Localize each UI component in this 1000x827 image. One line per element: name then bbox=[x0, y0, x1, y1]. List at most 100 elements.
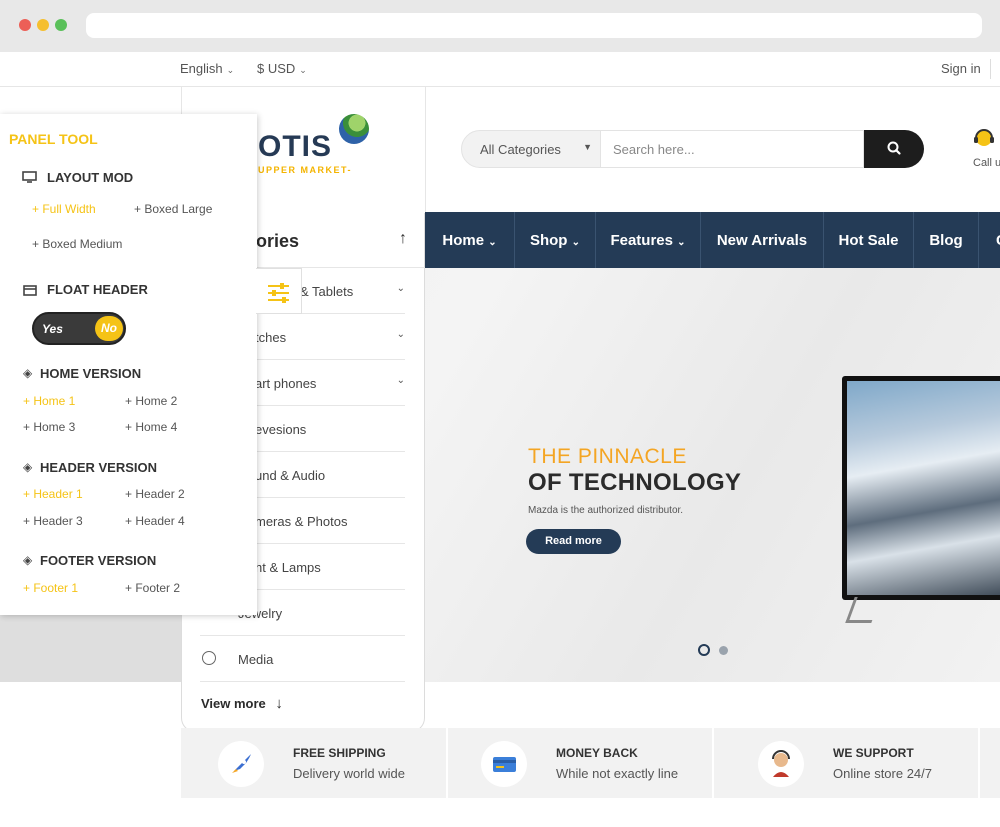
nav-item-hot-sale[interactable]: Hot Sale bbox=[824, 212, 913, 268]
divider bbox=[990, 59, 991, 79]
language-selector[interactable]: English ⌄ bbox=[180, 61, 234, 76]
category-label: und & Audio bbox=[255, 468, 326, 483]
category-label: & Tablets bbox=[300, 284, 354, 299]
float-header-heading: FLOAT HEADER bbox=[47, 282, 148, 297]
header-version-heading: HEADER VERSION bbox=[40, 460, 158, 475]
currency-selector[interactable]: $ USD ⌄ bbox=[257, 61, 307, 76]
rocket-icon bbox=[218, 741, 264, 787]
chevron-down-icon: ▼ bbox=[583, 142, 592, 152]
chevron-down-icon: ⌄ bbox=[226, 65, 235, 75]
sliders-icon bbox=[268, 283, 289, 303]
minimize-window-button[interactable] bbox=[37, 19, 49, 31]
address-bar[interactable] bbox=[86, 13, 982, 38]
header-version-2[interactable]: + Header 2 bbox=[125, 487, 185, 501]
tag-icon: ◈ bbox=[23, 460, 33, 474]
feature-title: MONEY BACK bbox=[556, 746, 638, 760]
category-label: Media bbox=[238, 652, 274, 667]
home-version-2[interactable]: + Home 2 bbox=[125, 394, 177, 408]
logo-text[interactable]: OTIS bbox=[258, 130, 332, 164]
header-version-3[interactable]: + Header 3 bbox=[23, 514, 83, 528]
feature-subtitle: Online store 24/7 bbox=[833, 766, 933, 781]
top-bar: English ⌄ $ USD ⌄ Sign in bbox=[0, 52, 1000, 87]
feature-title: WE SUPPORT bbox=[833, 746, 914, 760]
slider-dot-2[interactable] bbox=[719, 646, 728, 655]
category-label: meras & Photos bbox=[255, 514, 348, 529]
feature-subtitle: While not exactly line bbox=[556, 766, 679, 781]
headset-icon bbox=[974, 129, 994, 146]
search-button[interactable] bbox=[864, 130, 924, 168]
currency-label: $ USD bbox=[257, 61, 296, 76]
nav-label: Shop bbox=[529, 232, 568, 249]
credit-card-icon bbox=[481, 741, 527, 787]
nav-item-shop[interactable]: Shop ⌄ bbox=[515, 212, 595, 268]
chevron-down-icon: ⌄ bbox=[488, 237, 497, 248]
footer-version-2[interactable]: + Footer 2 bbox=[125, 581, 180, 595]
signin-link[interactable]: Sign in bbox=[941, 61, 981, 76]
monitor-icon bbox=[22, 171, 37, 183]
nav-item-features[interactable]: Features ⌄ bbox=[596, 212, 700, 268]
home-version-4[interactable]: + Home 4 bbox=[125, 420, 177, 434]
nav-item-contact[interactable]: C bbox=[996, 212, 1000, 268]
nav-label: Features bbox=[610, 232, 673, 249]
slider-dot-1[interactable] bbox=[698, 644, 710, 656]
nav-divider bbox=[978, 212, 979, 268]
tag-icon: ◈ bbox=[23, 553, 33, 567]
layout-full-width[interactable]: + Full Width bbox=[32, 202, 96, 216]
footer-version-heading: FOOTER VERSION bbox=[40, 553, 157, 568]
search-icon bbox=[887, 141, 901, 155]
search-input[interactable]: Search here... bbox=[601, 130, 864, 168]
browser-toolbar bbox=[0, 0, 1000, 52]
category-label: art phones bbox=[255, 376, 317, 391]
feature-title: FREE SHIPPING bbox=[293, 746, 386, 760]
nav-label: Home bbox=[442, 232, 485, 249]
footer-version-1[interactable]: + Footer 1 bbox=[23, 581, 78, 595]
nav-item-new-arrivals[interactable]: New Arrivals bbox=[701, 212, 823, 268]
header-version-1[interactable]: + Header 1 bbox=[23, 487, 83, 501]
nav-item-home[interactable]: Home ⌄ bbox=[425, 212, 514, 268]
card-icon bbox=[23, 285, 37, 296]
layout-mod-heading: LAYOUT MOD bbox=[47, 170, 134, 185]
hero-subtitle: Mazda is the authorized distributor. bbox=[528, 505, 684, 516]
chevron-down-icon: ⌄ bbox=[396, 329, 405, 340]
arrow-up-icon[interactable]: ↑ bbox=[399, 230, 407, 248]
category-label: ht & Lamps bbox=[255, 560, 321, 575]
toggle-no-label: No bbox=[95, 316, 123, 341]
feature-support bbox=[714, 728, 978, 798]
header-version-4[interactable]: + Header 4 bbox=[125, 514, 185, 528]
float-header-toggle[interactable]: Yes No bbox=[32, 312, 126, 345]
maximize-window-button[interactable] bbox=[55, 19, 67, 31]
layout-boxed-large[interactable]: + Boxed Large bbox=[134, 202, 212, 216]
view-more-link[interactable]: View more ↓ bbox=[201, 695, 283, 712]
layout-boxed-medium[interactable]: + Boxed Medium bbox=[32, 237, 122, 251]
home-version-1[interactable]: + Home 1 bbox=[23, 394, 75, 408]
category-label: tches bbox=[255, 330, 287, 345]
media-disc-icon bbox=[202, 651, 216, 665]
hero-title-line2: OF TECHNOLOGY bbox=[528, 469, 742, 496]
panel-title: PANEL TOOL bbox=[9, 131, 98, 147]
panel-toggle-tab[interactable] bbox=[256, 268, 302, 314]
category-label: evesions bbox=[255, 422, 307, 437]
logo-globe-icon bbox=[339, 114, 369, 144]
support-agent-icon bbox=[758, 741, 804, 787]
logo-tagline: UPPER MARKET- bbox=[258, 165, 353, 175]
hero-title-line1: THE PINNACLE bbox=[528, 445, 687, 468]
toggle-yes-label: Yes bbox=[42, 322, 63, 336]
tv-product-image bbox=[842, 376, 1000, 600]
nav-item-blog[interactable]: Blog bbox=[914, 212, 978, 268]
category-select[interactable]: All Categories ▼ bbox=[461, 130, 601, 168]
read-more-button[interactable]: Read more bbox=[526, 529, 621, 554]
home-version-heading: HOME VERSION bbox=[40, 366, 142, 381]
tv-screen bbox=[847, 381, 1000, 595]
categories-title: ories bbox=[256, 231, 300, 251]
category-item[interactable]: Media bbox=[200, 636, 405, 682]
panel-tool bbox=[0, 114, 257, 615]
chevron-down-icon: ⌄ bbox=[299, 65, 307, 75]
home-version-3[interactable]: + Home 3 bbox=[23, 420, 75, 434]
view-more-label: View more bbox=[201, 696, 266, 711]
category-select-label: All Categories bbox=[480, 142, 561, 157]
call-us-label[interactable]: Call u bbox=[973, 157, 1000, 169]
language-label: English bbox=[180, 61, 223, 76]
chevron-down-icon: ⌄ bbox=[677, 237, 686, 248]
close-window-button[interactable] bbox=[19, 19, 31, 31]
search-bar: All Categories ▼ Search here... bbox=[461, 130, 924, 168]
